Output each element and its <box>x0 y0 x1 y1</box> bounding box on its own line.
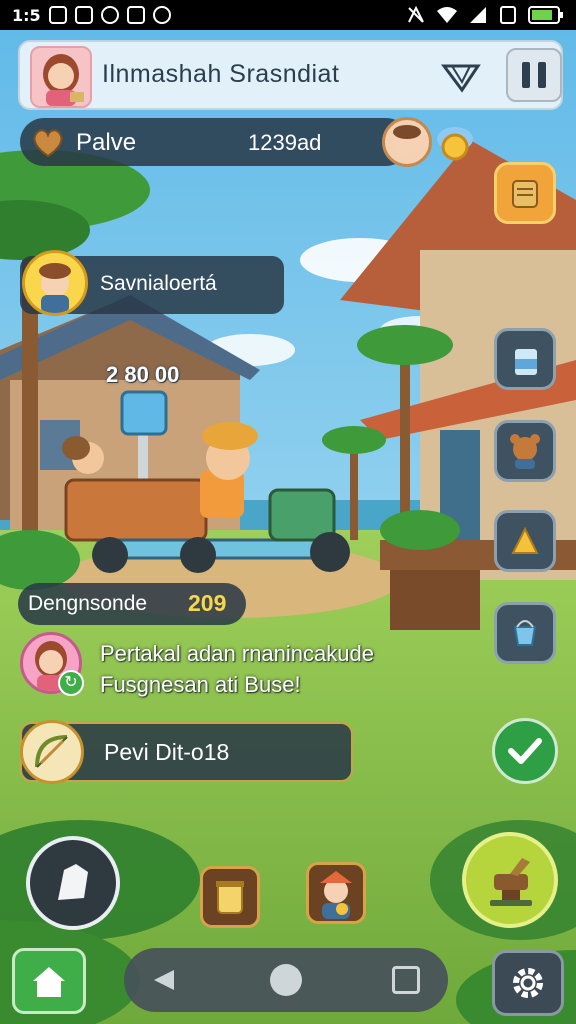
leaf-button[interactable] <box>26 836 120 930</box>
message-icon <box>74 6 93 24</box>
counter-panel: Dengnsonde 209 <box>18 583 246 625</box>
status-time: 1:5 <box>12 5 41 25</box>
gear-icon <box>513 968 543 998</box>
anvil-icon <box>490 858 532 906</box>
milk-button[interactable] <box>494 328 556 390</box>
bucket-icon <box>513 620 537 646</box>
system-nav-bar <box>124 948 448 1012</box>
jar-icon <box>216 881 244 914</box>
coin-icon <box>437 127 473 161</box>
map-icon <box>441 64 481 93</box>
battery-icon <box>528 6 563 24</box>
heart-icon <box>33 129 63 158</box>
counter-value: 209 <box>188 590 227 616</box>
leaf-icon <box>58 864 88 900</box>
status-bar: 1:5 <box>0 0 576 30</box>
avatar-girl-icon <box>43 54 84 106</box>
bear-button[interactable] <box>494 420 556 482</box>
message-text: Pertakal adan rnanincakude Fusgnesan ati… <box>100 638 450 700</box>
friend-avatar[interactable] <box>382 117 432 167</box>
resource-label: Palve <box>76 129 137 156</box>
status-bar-left: 1:5 <box>12 6 171 25</box>
wifi-icon <box>437 7 457 23</box>
player-avatar[interactable] <box>30 46 92 108</box>
scroll-button[interactable] <box>494 162 556 224</box>
page-title: Ilnmashah Srasndiat <box>102 60 340 88</box>
back-icon[interactable] <box>150 966 178 994</box>
record-icon <box>152 6 171 24</box>
refresh-icon: ↻ <box>64 674 78 691</box>
task-panel[interactable]: Pevi Dit-o18 <box>20 720 353 784</box>
pause-button[interactable] <box>506 48 562 102</box>
message-line-1: Pertakal adan rnanincakude <box>100 641 374 666</box>
confirm-button[interactable] <box>492 718 558 784</box>
scroll-icon <box>512 180 538 208</box>
pause-icon-bar <box>538 62 546 88</box>
counter-label: Dengnsonde <box>28 592 148 615</box>
notification-icon <box>48 6 67 24</box>
status-bar-right <box>406 5 564 25</box>
bow-icon <box>35 735 68 768</box>
milk-icon <box>515 349 537 375</box>
cell-signal-icon <box>470 7 486 23</box>
task-label: Pevi Dit-o18 <box>104 739 230 765</box>
anvil-button[interactable] <box>462 832 558 928</box>
message-badge: ↻ <box>58 670 84 696</box>
task-icon-frame <box>20 720 84 784</box>
no-signal-icon <box>408 5 424 23</box>
boy-avatar-icon <box>320 871 352 919</box>
quest-label: Savnialoertá <box>100 272 217 295</box>
message-line-2: Fusgnesan ati Buse! <box>100 672 301 697</box>
app-icon <box>126 6 145 24</box>
home-button[interactable] <box>12 948 86 1014</box>
home-icon <box>33 967 65 997</box>
cheese-icon <box>511 526 539 554</box>
quest-avatar <box>22 250 88 316</box>
resource-bar: Palve 1239ad <box>20 118 410 166</box>
resource-value: 1239ad <box>248 130 322 155</box>
sync-icon <box>100 6 119 24</box>
settings-button[interactable] <box>492 950 564 1016</box>
pause-icon <box>522 62 530 88</box>
jar-button[interactable] <box>200 866 260 928</box>
check-icon <box>508 738 542 764</box>
boy-face-icon <box>393 125 421 155</box>
quest-panel[interactable]: Savnialoertá <box>20 250 284 316</box>
no-sim-icon <box>500 6 516 24</box>
recent-apps-icon[interactable] <box>392 966 420 994</box>
coin-button[interactable] <box>434 123 476 165</box>
cheese-button[interactable] <box>494 510 556 572</box>
boy-avatar-icon <box>39 263 71 313</box>
bear-icon <box>510 434 540 469</box>
map-button[interactable] <box>440 56 482 98</box>
floating-number: 2 80 00 <box>106 362 180 387</box>
character-button[interactable] <box>306 862 366 924</box>
top-bar: Ilnmashah Srasndiat <box>18 40 563 110</box>
nav-home-icon[interactable] <box>270 964 302 996</box>
bucket-button[interactable] <box>494 602 556 664</box>
